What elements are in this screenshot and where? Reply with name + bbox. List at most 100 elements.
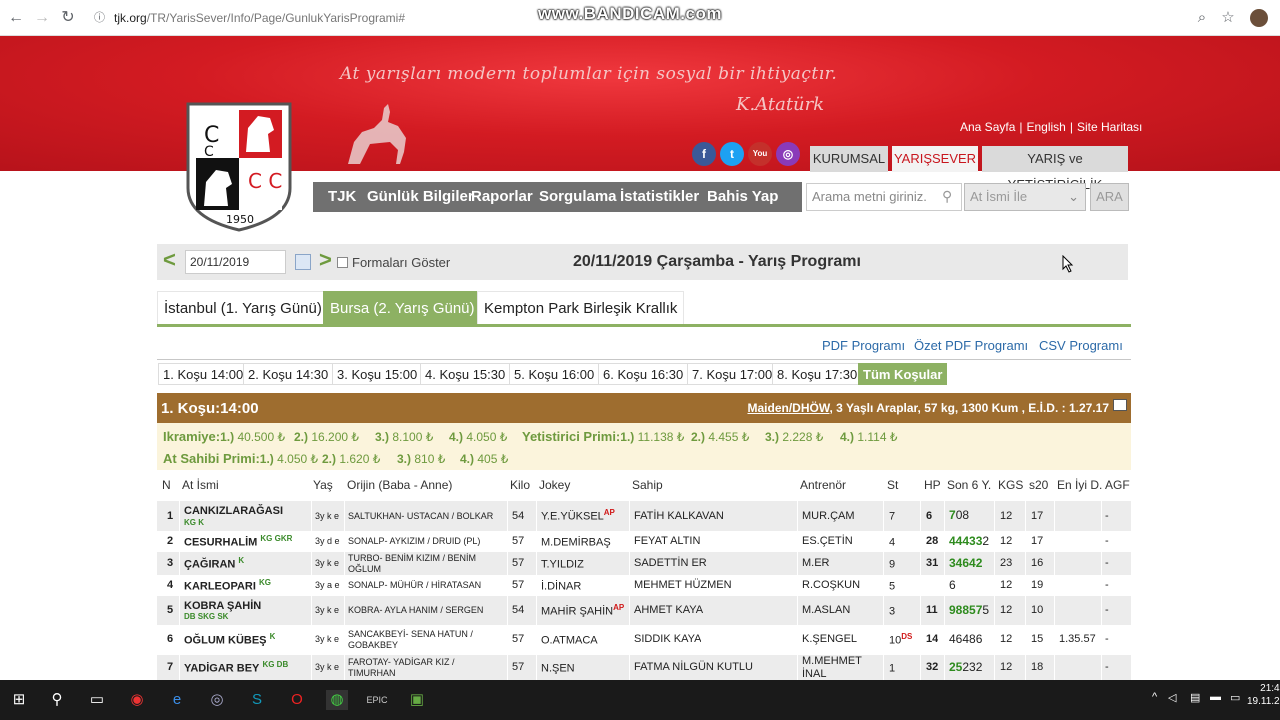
prev-day-arrow-icon[interactable]: < bbox=[163, 247, 176, 273]
trainer-cell[interactable]: R.COŞKUN bbox=[802, 576, 882, 595]
skype-icon[interactable]: S bbox=[246, 690, 268, 710]
show-forms-checkbox[interactable] bbox=[337, 257, 348, 268]
trainer-name[interactable]: M.ASLAN bbox=[802, 604, 882, 617]
print-icon[interactable] bbox=[1113, 399, 1127, 411]
race-tab-7[interactable]: 7. Koşu 17:00 bbox=[687, 363, 778, 385]
facebook-icon[interactable]: f bbox=[692, 142, 716, 166]
jockey-cell[interactable]: Y.E.YÜKSELAP bbox=[541, 501, 627, 531]
trainer-name[interactable]: M.ER bbox=[802, 557, 882, 570]
owner-cell[interactable]: AHMET KAYA bbox=[634, 596, 703, 625]
reload-icon[interactable]: ↻ bbox=[58, 8, 78, 28]
col-header-son6[interactable]: Son 6 Y. bbox=[947, 478, 991, 492]
jockey-cell[interactable]: N.ŞEN bbox=[541, 655, 627, 680]
bandicam-icon[interactable]: ◉ bbox=[126, 690, 148, 710]
col-header-hp[interactable]: HP bbox=[924, 478, 941, 492]
minecraft-icon[interactable]: ▣ bbox=[406, 690, 428, 710]
owner-name[interactable]: MEHMET HÜZMEN bbox=[634, 579, 732, 592]
owner-name[interactable]: SADETTİN ER bbox=[634, 557, 707, 570]
youtube-icon[interactable]: You Tube bbox=[748, 142, 772, 182]
jockey-cell[interactable]: O.ATMACA bbox=[541, 626, 627, 653]
owner-cell[interactable]: SADETTİN ER bbox=[634, 552, 707, 575]
horse-name[interactable]: OĞLUM KÜBEŞ bbox=[184, 635, 267, 647]
owner-cell[interactable]: MEHMET HÜZMEN bbox=[634, 576, 732, 595]
last6-cell[interactable]: 988575 bbox=[949, 596, 989, 625]
table-row[interactable]: 1 CANKIZLARAĞASI KG K 3y k e SALTUKHAN- USTA… bbox=[157, 501, 1131, 531]
trainer-cell[interactable]: MUR.ÇAM bbox=[802, 501, 882, 531]
last6-cell[interactable]: 6 bbox=[949, 576, 956, 595]
link-home[interactable]: Ana Sayfa bbox=[960, 120, 1015, 134]
tab-istanbul[interactable]: İstanbul (1. Yarış Günü) bbox=[157, 291, 329, 324]
jockey-name[interactable]: MAHİR ŞAHİN bbox=[541, 606, 613, 618]
race-tab-2[interactable]: 2. Koşu 14:30 bbox=[243, 363, 334, 385]
jockey-cell[interactable]: İ.DİNAR bbox=[541, 576, 627, 595]
nav-tjk[interactable]: TJK bbox=[328, 182, 356, 212]
nav-istatistikler[interactable]: İstatistikler bbox=[620, 182, 699, 212]
system-clock[interactable]: 21:4 19.11.2 bbox=[1247, 682, 1280, 708]
link-sitemap[interactable]: Site Haritası bbox=[1077, 120, 1142, 134]
horse-name[interactable]: CESURHALİM bbox=[184, 537, 257, 549]
origin-cell[interactable]: SONALP- MÜHÜR / HİRATASAN bbox=[348, 576, 504, 595]
search-icon[interactable]: ⚲ bbox=[942, 188, 952, 205]
notification-icon[interactable]: ▭ bbox=[1230, 691, 1240, 704]
jockey-name[interactable]: O.ATMACA bbox=[541, 635, 598, 647]
race-tab-5[interactable]: 5. Koşu 16:00 bbox=[509, 363, 600, 385]
jockey-name[interactable]: M.DEMİRBAŞ bbox=[541, 537, 611, 549]
origin-value[interactable]: SONALP- MÜHÜR / HİRATASAN bbox=[348, 580, 504, 590]
last6-cell[interactable]: 25232 bbox=[949, 655, 982, 680]
zoom-icon[interactable]: ⌕ bbox=[1192, 8, 1212, 28]
horse-name-cell[interactable]: KARLEOPARI KG bbox=[184, 576, 271, 595]
back-icon[interactable]: ← bbox=[6, 8, 26, 28]
origin-value[interactable]: TURBO- BENİM KIZIM / BENİM OĞLUM bbox=[348, 553, 504, 574]
origin-value[interactable]: FAROTAY- YADİGAR KIZ / TIMURHAN bbox=[348, 657, 504, 678]
tab-yarissever[interactable]: YARIŞSEVER bbox=[892, 146, 978, 172]
tray-chevron-icon[interactable]: ^ bbox=[1152, 691, 1157, 703]
last6-cell[interactable]: 46486 bbox=[949, 626, 982, 653]
search-button[interactable]: ARA bbox=[1090, 183, 1129, 211]
col-header-yas[interactable]: Yaş bbox=[313, 478, 333, 492]
forward-icon[interactable]: → bbox=[32, 8, 52, 28]
horse-name[interactable]: ÇAĞIRAN bbox=[184, 559, 235, 571]
owner-cell[interactable]: FEYAT ALTIN bbox=[634, 532, 700, 551]
origin-cell[interactable]: SONALP- AYKIZIM / DRUID (PL) bbox=[348, 532, 504, 551]
trainer-cell[interactable]: M.MEHMET İNAL bbox=[802, 655, 882, 680]
horse-name-cell[interactable]: ÇAĞIRAN K bbox=[184, 552, 244, 575]
owner-name[interactable]: AHMET KAYA bbox=[634, 604, 703, 617]
table-row[interactable]: 6 OĞLUM KÜBEŞ K 3y k e SANCAKBEYİ- SENA HAT… bbox=[157, 626, 1131, 653]
owner-cell[interactable]: FATMA NİLGÜN KUTLU bbox=[634, 655, 753, 680]
col-header-s20[interactable]: s20 bbox=[1029, 478, 1048, 492]
windows-start-icon[interactable]: ⊞ bbox=[8, 690, 30, 710]
origin-cell[interactable]: SALTUKHAN- USTACAN / BOLKAR bbox=[348, 501, 504, 531]
csv-program-link[interactable]: CSV Programı bbox=[1039, 338, 1123, 353]
trainer-cell[interactable]: M.ER bbox=[802, 552, 882, 575]
horse-name-cell[interactable]: CANKIZLARAĞASI KG K bbox=[184, 501, 283, 531]
steam-icon[interactable]: ◎ bbox=[206, 690, 228, 710]
race-tab-all[interactable]: Tüm Koşular bbox=[858, 363, 948, 385]
origin-value[interactable]: SANCAKBEYİ- SENA HATUN / GOBAKBEY bbox=[348, 629, 504, 650]
table-row[interactable]: 7 YADİGAR BEY KG DB 3y k e FAROTAY- YADİGAR… bbox=[157, 655, 1131, 680]
trainer-name[interactable]: R.COŞKUN bbox=[802, 579, 882, 592]
summary-pdf-link[interactable]: Özet PDF Programı bbox=[914, 338, 1028, 353]
owner-cell[interactable]: FATİH KALKAVAN bbox=[634, 501, 724, 531]
tab-kurumsal[interactable]: KURUMSAL bbox=[810, 146, 888, 172]
trainer-name[interactable]: K.ŞENGEL bbox=[802, 633, 882, 646]
col-header-at-ismi[interactable]: At İsmi bbox=[182, 478, 219, 492]
owner-name[interactable]: FEYAT ALTIN bbox=[634, 535, 700, 548]
origin-value[interactable]: SONALP- AYKIZIM / DRUID (PL) bbox=[348, 536, 504, 546]
jockey-name[interactable]: İ.DİNAR bbox=[541, 581, 581, 593]
info-icon[interactable]: ⓘ bbox=[94, 6, 105, 30]
jockey-name[interactable]: T.YILDIZ bbox=[541, 559, 584, 571]
col-header-agf[interactable]: AGF bbox=[1105, 478, 1130, 492]
table-row[interactable]: 3 ÇAĞIRAN K 3y k e TURBO- BENİM KIZIM / BEN… bbox=[157, 552, 1131, 575]
nav-sorgulama[interactable]: Sorgulama bbox=[539, 182, 617, 212]
race-tab-4[interactable]: 4. Koşu 15:30 bbox=[420, 363, 511, 385]
last6-cell[interactable]: 708 bbox=[949, 501, 969, 531]
network-icon[interactable]: ▤ bbox=[1190, 691, 1200, 704]
link-english[interactable]: English bbox=[1027, 120, 1066, 134]
jockey-name[interactable]: N.ŞEN bbox=[541, 663, 575, 675]
origin-cell[interactable]: KOBRA- AYLA HANIM / SERGEN bbox=[348, 596, 504, 625]
profile-avatar[interactable] bbox=[1250, 9, 1268, 27]
tjk-logo[interactable]: C C C C 1950 bbox=[184, 100, 294, 232]
table-row[interactable]: 4 KARLEOPARI KG 3y a e SONALP- MÜHÜR / HİRA… bbox=[157, 576, 1131, 595]
col-header-n[interactable]: N bbox=[162, 478, 171, 492]
table-row[interactable]: 2 CESURHALİM KG GKR 3y d e SONALP- AYKIZIM … bbox=[157, 532, 1131, 551]
